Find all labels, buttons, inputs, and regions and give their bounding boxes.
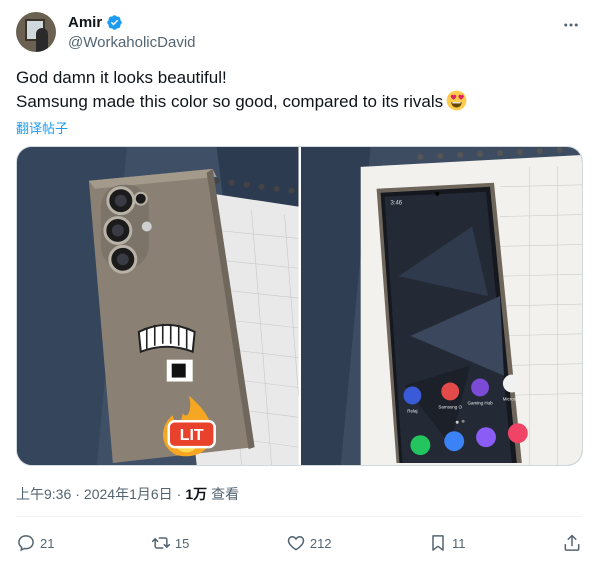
action-bar: 21 15 212 11 xyxy=(16,530,582,556)
author-display-name[interactable]: Amir xyxy=(68,14,102,31)
tweet-text: God damn it looks beautiful! Samsung mad… xyxy=(16,66,582,114)
share-button[interactable] xyxy=(562,533,582,553)
app-label-1: Relaj xyxy=(407,408,417,413)
reply-button[interactable]: 21 xyxy=(16,533,54,553)
views-count[interactable]: 1万 xyxy=(185,484,207,504)
photo-phone-front[interactable]: 3:46 Relaj Samsung O Gaming Hub Microsof… xyxy=(300,147,582,465)
lit-sticker-text: LIT xyxy=(180,427,204,444)
retweet-icon xyxy=(151,537,171,549)
bookmark-icon xyxy=(432,535,444,551)
tweet-date[interactable]: 2024年1月6日 xyxy=(84,484,173,504)
app-label-4: Microsoft xyxy=(502,396,521,401)
tweet-line-2-text: Samsung made this color so good, compare… xyxy=(16,92,444,111)
retweet-button[interactable]: 15 xyxy=(151,533,189,553)
views-label[interactable]: 查看 xyxy=(211,484,239,504)
photo-phone-back-image: LIT xyxy=(17,147,299,465)
author-name-line: Amir xyxy=(68,14,123,31)
avatar-figure xyxy=(36,28,48,52)
like-count: 212 xyxy=(309,535,332,551)
app-label-2: Samsung O xyxy=(438,404,462,409)
meta-separator-1: · xyxy=(75,486,80,502)
more-dots-icon xyxy=(564,23,578,27)
author-handle[interactable]: @WorkaholicDavid xyxy=(68,34,196,51)
reply-count: 21 xyxy=(40,535,55,551)
tweet-meta: 上午9:36 · 2024年1月6日 · 1万 查看 xyxy=(16,484,239,504)
bookmark-count: 11 xyxy=(452,535,466,551)
tweet-line-1: God damn it looks beautiful! xyxy=(16,68,227,87)
status-bar-time: 3:46 xyxy=(390,201,402,207)
like-button[interactable]: 212 xyxy=(286,533,332,553)
app-label-3: Gaming Hub xyxy=(467,400,493,405)
share-icon xyxy=(564,534,580,551)
divider xyxy=(16,516,582,517)
reply-icon xyxy=(18,535,34,552)
tweet-line-2: Samsung made this color so good, compare… xyxy=(16,90,582,114)
heart-icon xyxy=(287,535,305,551)
tweet-media: LIT 3:46 Relaj Samsung O Gaming Hub Micr… xyxy=(16,146,583,466)
tweet-time[interactable]: 上午9:36 xyxy=(16,484,71,504)
photo-phone-back[interactable]: LIT xyxy=(17,147,299,465)
meta-separator-2: · xyxy=(176,486,182,502)
heart-eyes-emoji-icon xyxy=(446,90,467,111)
avatar[interactable] xyxy=(16,12,56,52)
bookmark-button[interactable]: 11 xyxy=(428,533,466,553)
photo-phone-front-image: 3:46 Relaj Samsung O Gaming Hub Microsof… xyxy=(300,147,582,465)
tweet-header: Amir @WorkaholicDavid xyxy=(16,12,586,54)
verified-badge-icon xyxy=(107,15,122,30)
translate-post-link[interactable]: 翻译帖子 xyxy=(16,118,68,137)
retweet-count: 15 xyxy=(174,535,190,551)
more-options-button[interactable] xyxy=(560,14,582,36)
